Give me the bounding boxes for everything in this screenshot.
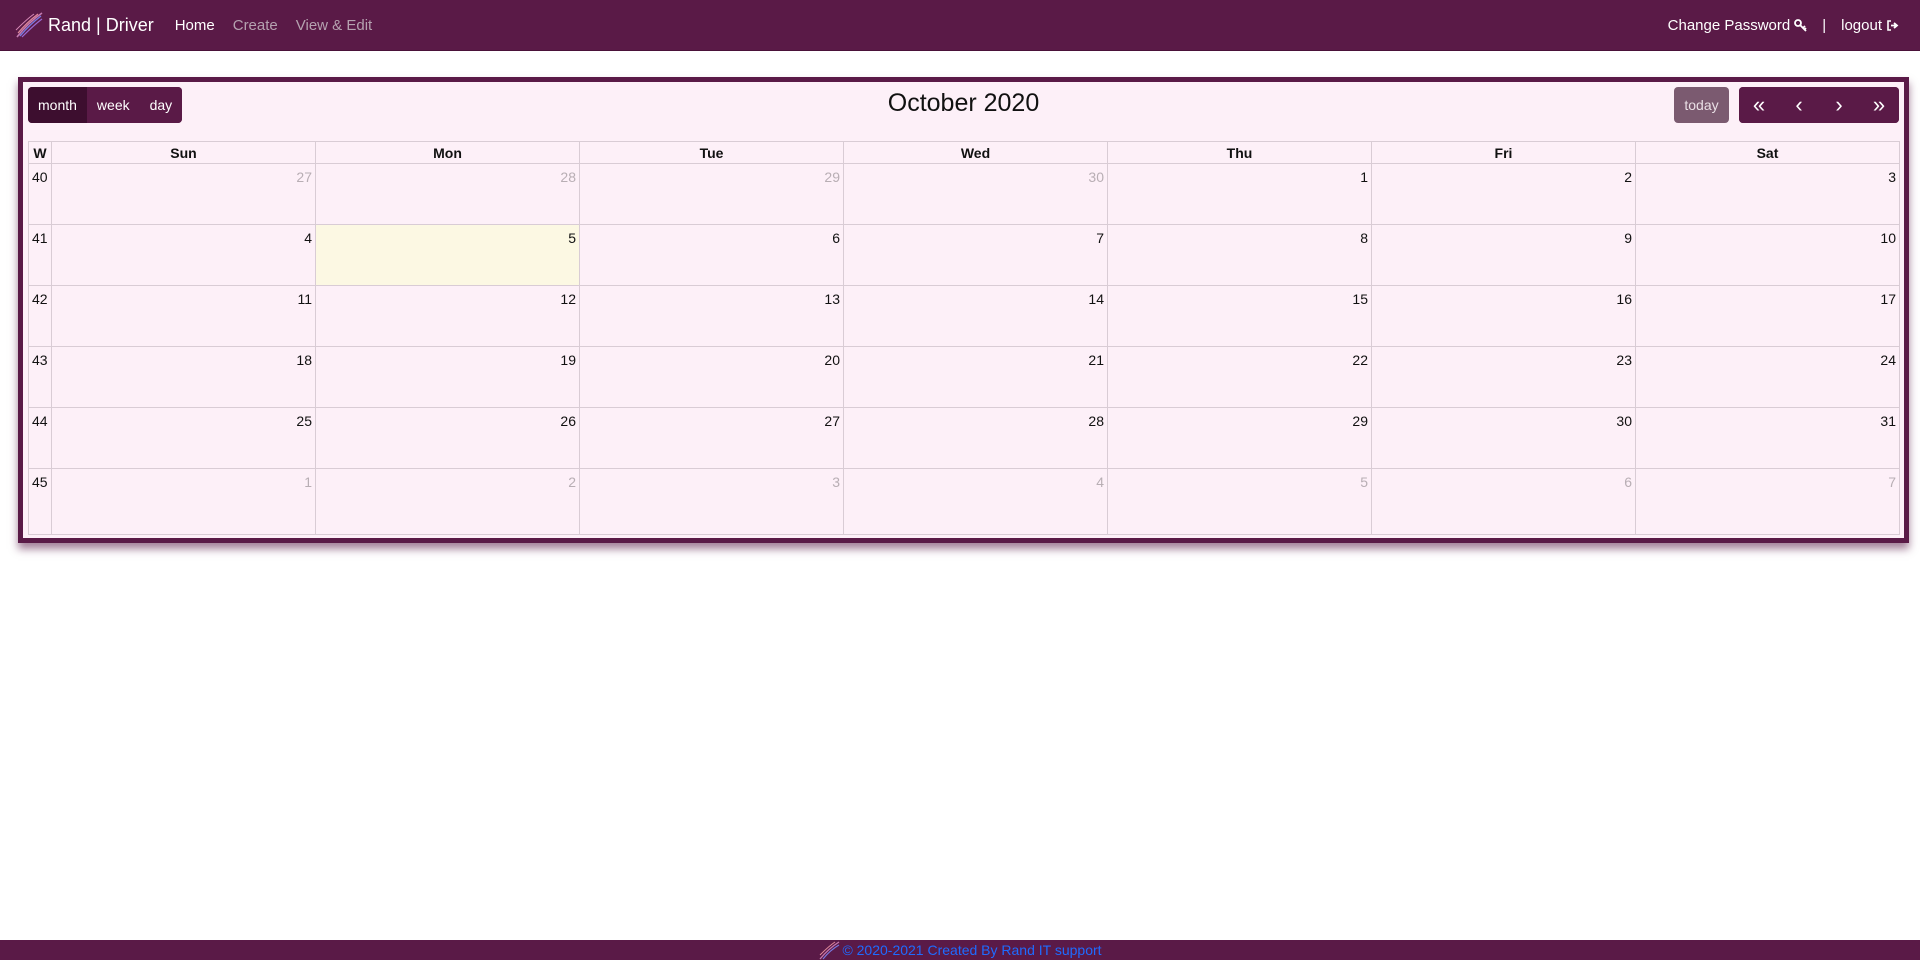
logout-label: logout: [1841, 17, 1882, 34]
day-cell[interactable]: 27: [579, 407, 844, 469]
day-cell[interactable]: 17: [1635, 285, 1900, 347]
today-button[interactable]: today: [1674, 87, 1729, 123]
day-cell[interactable]: 23: [1371, 346, 1636, 408]
day-cell[interactable]: 29: [1107, 407, 1372, 469]
day-cell[interactable]: 30: [1371, 407, 1636, 469]
week-number[interactable]: 41: [28, 224, 52, 286]
nav-link-home[interactable]: Home: [175, 17, 215, 34]
week-number[interactable]: 42: [28, 285, 52, 347]
day-cell[interactable]: 2: [315, 468, 580, 535]
change-password-link[interactable]: Change Password: [1668, 17, 1808, 34]
day-cell[interactable]: 28: [843, 407, 1108, 469]
day-header-row: W Sun Mon Tue Wed Thu Fri Sat: [28, 141, 1900, 164]
day-header-fri: Fri: [1371, 141, 1636, 164]
feather-logo-icon: [819, 941, 840, 960]
day-cell[interactable]: 3: [1635, 163, 1900, 225]
week-row: 45 1 2 3 4 5 6 7: [28, 468, 1900, 535]
week-row: 44 25 26 27 28 29 30 31: [28, 407, 1900, 469]
double-chevron-right-button[interactable]: »: [1859, 87, 1899, 123]
day-cell[interactable]: 30: [843, 163, 1108, 225]
chevron-right-button[interactable]: ›: [1819, 87, 1859, 123]
double-chevron-left-button[interactable]: «: [1739, 87, 1779, 123]
footer: © 2020-2021 Created By Rand IT support: [0, 940, 1920, 960]
day-cell[interactable]: 7: [1635, 468, 1900, 535]
day-cell[interactable]: 7: [843, 224, 1108, 286]
day-cell[interactable]: 26: [315, 407, 580, 469]
key-icon: [1794, 19, 1807, 32]
day-cell[interactable]: 19: [315, 346, 580, 408]
sign-out-icon: [1887, 20, 1899, 31]
day-cell[interactable]: 28: [315, 163, 580, 225]
day-cell[interactable]: 1: [1107, 163, 1372, 225]
day-cell[interactable]: 1: [51, 468, 316, 535]
day-header-tue: Tue: [579, 141, 844, 164]
day-cell[interactable]: 18: [51, 346, 316, 408]
day-cell[interactable]: 6: [579, 224, 844, 286]
day-cell[interactable]: 11: [51, 285, 316, 347]
calendar-title: October 2020: [887, 89, 1040, 117]
feather-logo-icon: [15, 12, 43, 38]
day-cell[interactable]: 24: [1635, 346, 1900, 408]
brand-title: Rand | Driver: [48, 14, 154, 35]
week-number[interactable]: 44: [28, 407, 52, 469]
double-chevron-left-icon: «: [1752, 92, 1766, 117]
day-header-sun: Sun: [51, 141, 316, 164]
day-cell[interactable]: 29: [579, 163, 844, 225]
day-cell[interactable]: 15: [1107, 285, 1372, 347]
week-row: 41 4 5 6 7 8 9 10: [28, 224, 1900, 286]
day-cell[interactable]: 10: [1635, 224, 1900, 286]
day-cell[interactable]: 22: [1107, 346, 1372, 408]
day-cell[interactable]: 21: [843, 346, 1108, 408]
day-cell[interactable]: 6: [1371, 468, 1636, 535]
day-cell[interactable]: 2: [1371, 163, 1636, 225]
logout-link[interactable]: logout: [1841, 17, 1899, 34]
brand[interactable]: Rand | Driver: [14, 10, 154, 40]
footer-credit[interactable]: © 2020-2021 Created By Rand IT support: [842, 942, 1101, 958]
day-cell[interactable]: 12: [315, 285, 580, 347]
chevron-left-icon: ‹: [1795, 92, 1803, 117]
day-cell[interactable]: 13: [579, 285, 844, 347]
chevron-left-button[interactable]: ‹: [1779, 87, 1819, 123]
day-header-sat: Sat: [1635, 141, 1900, 164]
day-header-mon: Mon: [315, 141, 580, 164]
day-cell[interactable]: 9: [1371, 224, 1636, 286]
calendar-toolbar: month week day October 2020 today «‹ ›»: [28, 87, 1899, 123]
day-cell[interactable]: 4: [843, 468, 1108, 535]
day-cell[interactable]: 25: [51, 407, 316, 469]
change-password-label: Change Password: [1667, 17, 1791, 34]
day-cell[interactable]: 31: [1635, 407, 1900, 469]
day-cell[interactable]: 5: [1107, 468, 1372, 535]
day-cell[interactable]: 3: [579, 468, 844, 535]
week-row: 43 18 19 20 21 22 23 24: [28, 346, 1900, 408]
day-header-wed: Wed: [843, 141, 1108, 164]
day-cell[interactable]: 27: [51, 163, 316, 225]
day-cell[interactable]: 14: [843, 285, 1108, 347]
day-cell[interactable]: 16: [1371, 285, 1636, 347]
calendar-nav-buttons: « ‹ › »: [1739, 87, 1899, 123]
calendar-panel: month week day October 2020 today «‹ ›» W Su…: [18, 77, 1909, 543]
nav-links: Home Create View & Edit: [175, 17, 390, 34]
nav-right: Change Password | logout: [1668, 0, 1899, 51]
week-number-header: W: [28, 141, 52, 164]
nav-separator: |: [1822, 17, 1827, 34]
week-row: 40 27 28 29 30 1 2 3: [28, 163, 1900, 225]
day-header-thu: Thu: [1107, 141, 1372, 164]
double-chevron-right-icon: »: [1872, 92, 1886, 117]
day-cell[interactable]: 4: [51, 224, 316, 286]
day-cell[interactable]: 8: [1107, 224, 1372, 286]
month-grid: W Sun Mon Tue Wed Thu Fri Sat 40 27 28 29 30 1 2 3 41 4 5…: [28, 141, 1900, 535]
week-row: 42 11 12 13 14 15 16 17: [28, 285, 1900, 347]
nav-link-view-edit[interactable]: View & Edit: [296, 17, 372, 34]
chevron-right-icon: ›: [1835, 92, 1843, 117]
day-cell[interactable]: 20: [579, 346, 844, 408]
week-number[interactable]: 43: [28, 346, 52, 408]
week-number[interactable]: 45: [28, 468, 52, 535]
today-day-cell[interactable]: 5: [315, 224, 580, 286]
top-navbar: Rand | Driver Home Create View & Edit Chan…: [0, 0, 1920, 51]
month-grid-body: 40 27 28 29 30 1 2 3 41 4 5 6 7 8 9 10 42 11 12 13 14 15 16 17 4…: [28, 163, 1900, 535]
nav-link-create[interactable]: Create: [233, 17, 278, 34]
week-number[interactable]: 40: [28, 163, 52, 225]
